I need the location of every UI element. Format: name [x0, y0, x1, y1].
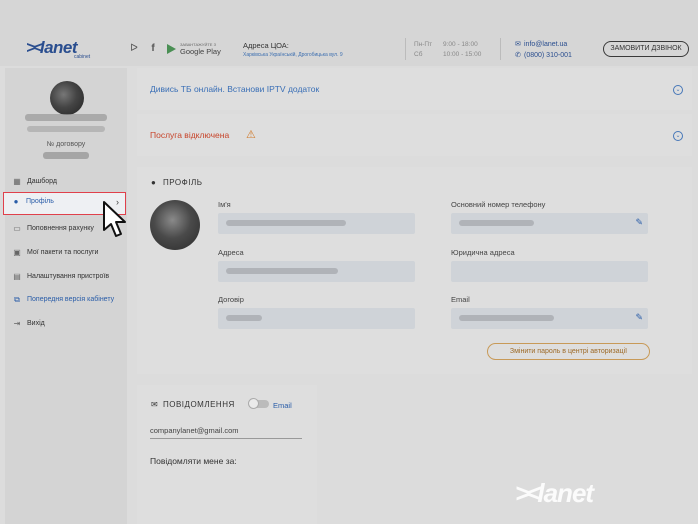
sidebar-item-label: Вихід: [27, 320, 45, 327]
divider: [405, 38, 406, 60]
email-text: info@lanet.ua: [524, 41, 568, 48]
phone-value-blurred: [459, 220, 534, 226]
name-field: [218, 213, 415, 234]
email-field[interactable]: ✎: [451, 308, 648, 329]
router-icon: ▤: [13, 272, 21, 281]
sidebar-item-label: Дашборд: [27, 178, 57, 185]
divider: [500, 38, 501, 60]
wallet-icon: ▭: [13, 224, 21, 233]
sidebar-item-label: Профіль: [26, 198, 54, 205]
contract-field-label: Договір: [218, 295, 244, 304]
mouse-cursor-icon: [103, 201, 126, 237]
edit-icon[interactable]: ✎: [635, 312, 643, 323]
email-toggle-label: Email: [273, 401, 292, 410]
legal-address-label: Юридична адреса: [451, 248, 515, 257]
sidebar-item-packages[interactable]: ▣ Мої пакети та послуги: [5, 243, 127, 263]
order-call-button[interactable]: ЗАМОВИТИ ДЗВІНОК: [603, 41, 689, 57]
profile-avatar: [150, 200, 200, 250]
phone-label: Основний номер телефону: [451, 200, 546, 209]
dashboard-icon: ▦: [13, 177, 21, 186]
user-icon: ●: [13, 197, 19, 206]
notifications-card: ✉ ПОВІДОМЛЕННЯ Email companylanet@gmail.c…: [137, 385, 317, 524]
iptv-banner-text: Дивись ТБ онлайн. Встанови IPTV додаток: [150, 84, 320, 94]
address-label: Адреса ЦОА:: [243, 41, 289, 50]
profile-title: ● ПРОФІЛЬ: [151, 178, 202, 187]
email-field-label: Email: [451, 295, 470, 304]
user-icon: ●: [151, 178, 157, 187]
schedule-hours-2: 10:00 - 15:00: [443, 51, 482, 58]
facebook-icon[interactable]: f: [147, 43, 159, 55]
contract-label: № договору: [46, 141, 86, 148]
name-label: Ім'я: [218, 200, 231, 209]
address-link[interactable]: Харківська Українській, Дрогобицька вул.…: [243, 52, 343, 58]
iptv-banner[interactable]: Дивись ТБ онлайн. Встанови IPTV додаток …: [137, 68, 692, 110]
google-play-badge[interactable]: ЗАВАНТАЖУЙТЕ З Google Play: [167, 41, 221, 57]
user-name-blurred: [25, 114, 107, 121]
sidebar-item-label: Налаштування пристроїв: [27, 273, 110, 280]
phone-field[interactable]: ✎: [451, 213, 648, 234]
edit-icon[interactable]: ✎: [635, 217, 643, 228]
sidebar-item-dashboard[interactable]: ▦ Дашборд: [5, 172, 127, 192]
box-icon: ▣: [13, 248, 21, 257]
sidebar-item-logout[interactable]: ⇥ Вихід: [5, 314, 127, 334]
chevron-down-icon[interactable]: ⌄: [673, 131, 683, 141]
watermark-text: lanet: [537, 478, 594, 508]
lanet-watermark: ><lanet: [515, 478, 594, 508]
logo-subtitle: cabinet: [74, 54, 91, 60]
email-contact[interactable]: ✉ info@lanet.ua: [515, 40, 567, 48]
sidebar-item-label: Поповнення рахунку: [27, 225, 94, 232]
schedule-days-2: Сб: [414, 51, 423, 58]
warning-icon: ⚠: [246, 129, 256, 141]
notification-email-input[interactable]: companylanet@gmail.com: [150, 423, 302, 439]
service-disabled-banner[interactable]: Послуга відключена ⚠ ⌄: [137, 114, 692, 156]
name-value-blurred: [226, 220, 346, 226]
service-disabled-text: Послуга відключена: [150, 130, 230, 140]
profile-title-text: ПРОФІЛЬ: [163, 178, 203, 187]
contract-number-blurred: [43, 152, 89, 159]
sidebar-item-label: Мої пакети та послуги: [27, 249, 99, 256]
email-toggle[interactable]: [248, 398, 269, 409]
chevron-down-icon[interactable]: ⌄: [673, 85, 683, 95]
notify-options: [150, 475, 310, 483]
toggle-knob: [248, 398, 259, 409]
megogo-icon[interactable]: ᐅ: [128, 43, 140, 55]
sidebar-item-old-cabinet[interactable]: ⧉ Попередня версія кабінету: [5, 290, 127, 310]
change-password-button[interactable]: Змінити пароль в центрі авторизації: [487, 343, 650, 360]
contract-field: [218, 308, 415, 329]
contract-value-blurred: [226, 315, 262, 321]
lanet-logo[interactable]: ><lanet cabinet: [26, 38, 90, 60]
avatar: [50, 81, 84, 115]
notifications-title-text: ПОВІДОМЛЕННЯ: [163, 400, 235, 409]
phone-contact[interactable]: ✆ (0800) 310-001: [515, 51, 572, 59]
user-email-blurred: [27, 126, 105, 132]
sidebar: № договору ▦ Дашборд ● Профіль › ▭ Попов…: [3, 68, 127, 524]
google-play-text: Google Play: [180, 47, 221, 56]
legal-address-field: [451, 261, 648, 282]
logout-icon: ⇥: [13, 319, 21, 328]
external-link-icon: ⧉: [14, 295, 20, 304]
sidebar-item-label: Попередня версія кабінету: [27, 296, 115, 303]
phone-text: (0800) 310-001: [524, 52, 572, 59]
mail-icon: ✉: [515, 41, 521, 48]
logo-mark: ><lanet: [26, 38, 78, 57]
email-value-blurred: [459, 315, 554, 321]
mail-icon: ✉: [151, 400, 159, 409]
address-field: [218, 261, 415, 282]
google-play-icon: [167, 44, 176, 54]
schedule-hours-1: 9:00 - 18:00: [443, 41, 478, 48]
address-field-label: Адреса: [218, 248, 244, 257]
notifications-title: ✉ ПОВІДОМЛЕННЯ: [151, 400, 235, 409]
address-value-blurred: [226, 268, 338, 274]
sidebar-item-devices[interactable]: ▤ Налаштування пристроїв: [5, 267, 127, 287]
notify-by-label: Повідомляти мене за:: [150, 456, 237, 466]
header: ><lanet cabinet ᐅ f ЗАВАНТАЖУЙТЕ З Googl…: [0, 0, 698, 66]
schedule-days-1: Пн-Пт: [414, 41, 433, 48]
phone-icon: ✆: [515, 52, 521, 59]
